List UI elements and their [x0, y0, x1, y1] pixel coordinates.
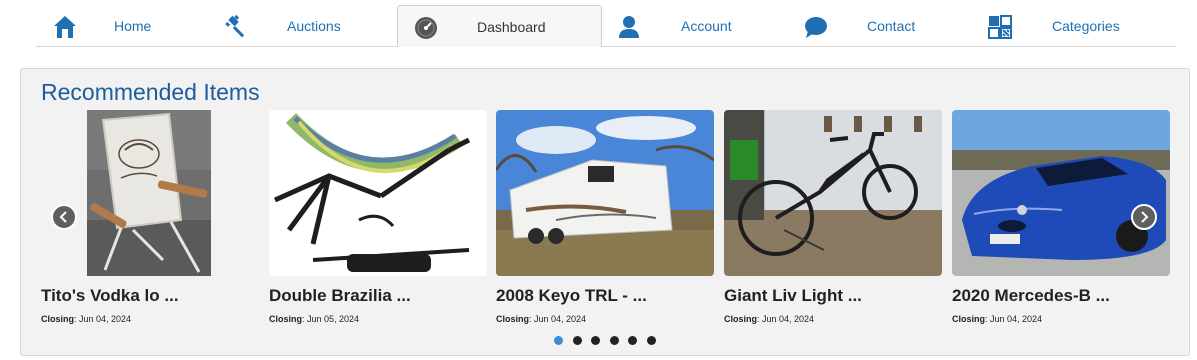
item-title[interactable]: 2020 Mercedes-B ... — [952, 286, 1170, 306]
item-closing: Closing: Jun 04, 2024 — [41, 314, 259, 324]
tab-home-label: Home — [114, 18, 152, 34]
tab-account[interactable]: Account — [613, 5, 783, 47]
speedometer-icon — [413, 15, 439, 41]
closing-date: : Jun 05, 2024 — [302, 314, 360, 324]
user-icon — [616, 14, 642, 40]
closing-label: Closing — [724, 314, 757, 324]
tab-dashboard[interactable]: Dashboard — [397, 5, 602, 47]
tab-account-label: Account — [681, 18, 732, 34]
item-title[interactable]: Double Brazilia ... — [269, 286, 487, 306]
recommended-items-panel: Recommended Items Tito's Vodka lo ... Cl… — [20, 68, 1190, 356]
pagination-dot-active[interactable] — [554, 336, 563, 345]
tab-auctions-label: Auctions — [287, 18, 341, 34]
closing-label: Closing — [496, 314, 529, 324]
closing-label: Closing — [952, 314, 985, 324]
gavel-icon — [224, 14, 250, 40]
categories-grid-icon — [987, 14, 1013, 40]
tab-auctions[interactable]: Auctions — [216, 5, 386, 47]
item-title[interactable]: Tito's Vodka lo ... — [41, 286, 259, 306]
chevron-left-icon — [59, 211, 67, 223]
closing-date: : Jun 04, 2024 — [985, 314, 1043, 324]
pagination-dot[interactable] — [609, 336, 619, 345]
carousel-prev-button[interactable] — [51, 204, 77, 230]
chat-bubble-icon — [803, 14, 829, 40]
item-image[interactable] — [41, 110, 259, 276]
panel-title: Recommended Items — [41, 79, 260, 105]
tab-contact[interactable]: Contact — [794, 5, 964, 47]
item-card[interactable]: 2008 Keyo TRL - ... Closing: Jun 04, 202… — [496, 110, 714, 324]
item-closing: Closing: Jun 04, 2024 — [724, 314, 942, 324]
closing-label: Closing — [41, 314, 74, 324]
pagination-dot[interactable] — [572, 336, 582, 345]
closing-date: : Jun 04, 2024 — [529, 314, 587, 324]
item-title[interactable]: 2008 Keyo TRL - ... — [496, 286, 714, 306]
tab-home[interactable]: Home — [36, 5, 206, 47]
item-card[interactable]: Double Brazilia ... Closing: Jun 05, 202… — [269, 110, 487, 324]
item-closing: Closing: Jun 04, 2024 — [952, 314, 1170, 324]
home-icon — [52, 14, 78, 40]
tab-contact-label: Contact — [867, 18, 916, 34]
item-closing: Closing: Jun 05, 2024 — [269, 314, 487, 324]
item-image[interactable] — [496, 110, 714, 276]
closing-date: : Jun 04, 2024 — [74, 314, 132, 324]
closing-label: Closing — [269, 314, 302, 324]
pagination-dot[interactable] — [628, 336, 637, 345]
pagination-dot[interactable] — [591, 336, 600, 345]
tab-categories-label: Categories — [1052, 18, 1120, 34]
item-image[interactable] — [952, 110, 1170, 276]
closing-date: : Jun 04, 2024 — [757, 314, 815, 324]
item-closing: Closing: Jun 04, 2024 — [496, 314, 714, 324]
item-title[interactable]: Giant Liv Light ... — [724, 286, 942, 306]
item-image[interactable] — [269, 110, 487, 276]
carousel-pagination — [554, 336, 665, 345]
carousel-next-button[interactable] — [1131, 204, 1157, 230]
chevron-right-icon — [1141, 211, 1149, 223]
item-card[interactable]: Giant Liv Light ... Closing: Jun 04, 202… — [724, 110, 942, 324]
tab-dashboard-label: Dashboard — [477, 19, 546, 35]
tab-categories[interactable]: Categories — [976, 5, 1176, 47]
main-nav: Home Auctions Dashboard Account Contact … — [36, 5, 1176, 47]
pagination-dot[interactable] — [646, 336, 656, 345]
item-image[interactable] — [724, 110, 942, 276]
